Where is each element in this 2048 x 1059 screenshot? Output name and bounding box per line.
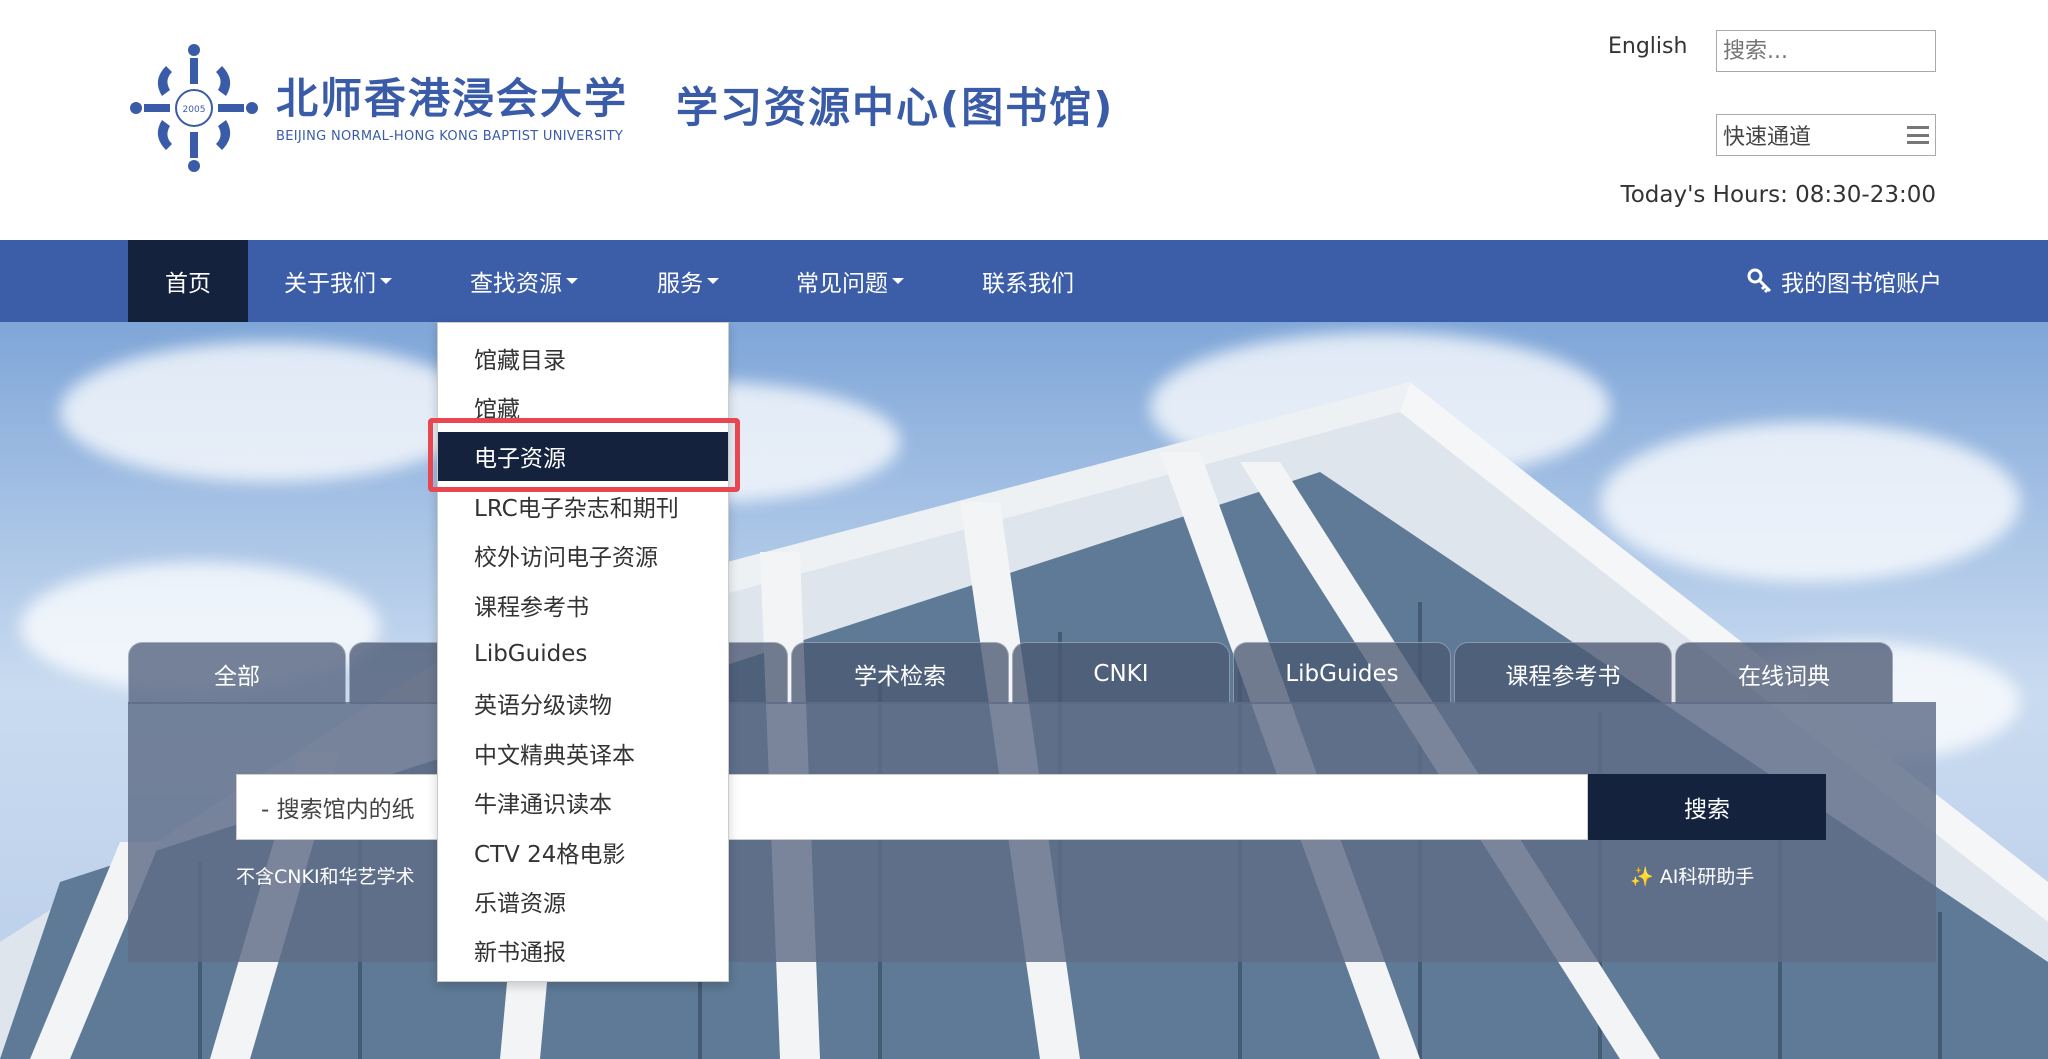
main-nav: 首页 关于我们 查找资源 服务 常见问题 联系我们 我的图书馆账户: [0, 240, 2048, 322]
tab-all[interactable]: 全部: [128, 642, 346, 704]
nav-item-find-resources[interactable]: 查找资源: [470, 240, 578, 322]
university-logo[interactable]: 2005 北师香港浸会大学 BEIJING NORMAL-HONG KONG B…: [126, 40, 628, 176]
annotation-highlight-box: [428, 418, 740, 492]
university-name-en: BEIJING NORMAL-HONG KONG BAPTIST UNIVERS…: [276, 128, 624, 144]
search-button[interactable]: 搜索: [1588, 774, 1826, 840]
tab-course-reserves[interactable]: 课程参考书: [1454, 642, 1672, 704]
key-icon: [1747, 268, 1772, 294]
quick-access-label: 快速通道: [1723, 125, 1812, 150]
tab-label: LibGuides: [1285, 660, 1399, 687]
nav-label: 联系我们: [982, 271, 1074, 297]
university-emblem-icon: 2005: [130, 44, 258, 172]
site-header: 2005 北师香港浸会大学 BEIJING NORMAL-HONG KONG B…: [0, 0, 2048, 240]
dropdown-item-course-reserves[interactable]: 课程参考书: [438, 580, 728, 629]
search-panel: - 搜索馆内的纸 搜索 不含CNKI和华艺学术 ✨ AI科研助手: [128, 702, 1936, 962]
dropdown-item-off-campus-access[interactable]: 校外访问电子资源: [438, 531, 728, 580]
tab-online-dictionary[interactable]: 在线词典: [1675, 642, 1893, 704]
tab-academic-search[interactable]: 学术检索: [791, 642, 1009, 704]
tab-label: 在线词典: [1738, 663, 1830, 690]
account-label: 我的图书馆账户: [1781, 271, 1942, 297]
nav-item-faq[interactable]: 常见问题: [796, 240, 904, 322]
nav-item-services[interactable]: 服务: [657, 240, 719, 322]
nav-item-home[interactable]: 首页: [128, 240, 248, 322]
nav-label: 首页: [165, 271, 211, 297]
dropdown-item-libguides[interactable]: LibGuides: [438, 629, 728, 678]
university-name-cn: 北师香港浸会大学: [276, 73, 629, 123]
dropdown-item-very-short-intro[interactable]: 牛津通识读本: [438, 778, 728, 827]
caret-down-icon: [892, 278, 904, 284]
nav-item-about[interactable]: 关于我们: [284, 240, 392, 322]
nav-label: 常见问题: [796, 271, 888, 297]
nav-label: 查找资源: [470, 271, 562, 297]
caret-down-icon: [707, 278, 719, 284]
nav-label: 服务: [657, 271, 703, 297]
tab-label: 全部: [214, 663, 260, 690]
quick-access-select[interactable]: 快速通道: [1716, 114, 1936, 156]
caret-down-icon: [566, 278, 578, 284]
tab-cnki[interactable]: CNKI: [1012, 642, 1230, 704]
caret-down-icon: [380, 278, 392, 284]
tab-label: CNKI: [1093, 660, 1149, 687]
dropdown-item-catalog[interactable]: 馆藏目录: [438, 333, 728, 382]
tab-label: 课程参考书: [1505, 663, 1621, 690]
dropdown-item-ctv-films[interactable]: CTV 24格电影: [438, 827, 728, 876]
nav-item-contact[interactable]: 联系我们: [982, 240, 1074, 322]
language-link-english[interactable]: English: [1608, 34, 1687, 59]
hamburger-menu-icon: [1907, 126, 1929, 144]
search-input-text: - 搜索馆内的纸: [261, 797, 415, 823]
dropdown-item-new-books[interactable]: 新书通报: [438, 926, 728, 975]
dropdown-item-chinese-classics[interactable]: 中文精典英译本: [438, 728, 728, 777]
tab-libguides[interactable]: LibGuides: [1233, 642, 1451, 704]
my-library-account-link[interactable]: 我的图书馆账户: [1747, 240, 1942, 322]
nav-label: 关于我们: [284, 271, 376, 297]
site-search-input[interactable]: [1716, 30, 1936, 72]
search-scope-note: 不含CNKI和华艺学术: [236, 866, 415, 888]
dropdown-item-music-scores[interactable]: 乐谱资源: [438, 876, 728, 925]
lrc-title: 学习资源中心(图书馆): [676, 83, 1115, 132]
tab-label: 学术检索: [854, 663, 946, 690]
dropdown-item-graded-readers[interactable]: 英语分级读物: [438, 679, 728, 728]
todays-hours: Today's Hours: 08:30-23:00: [1620, 182, 1936, 208]
emblem-year: 2005: [183, 105, 206, 115]
ai-research-assistant-link[interactable]: ✨ AI科研助手: [1630, 862, 1754, 889]
